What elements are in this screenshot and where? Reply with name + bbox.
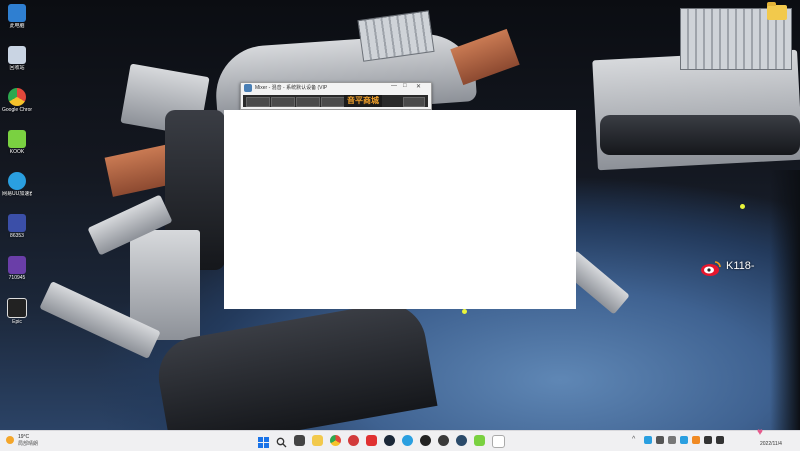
uu-accelerator-icon: [8, 172, 26, 190]
computer-icon: [8, 4, 26, 22]
weather-condition: 局部晴朗: [18, 441, 39, 447]
volume-icon[interactable]: [716, 436, 724, 444]
search-icon[interactable]: [276, 435, 287, 448]
app-icon[interactable]: [692, 436, 700, 444]
desktop-icon-86353[interactable]: 86353: [2, 214, 32, 254]
close-button[interactable]: ✕: [416, 83, 421, 90]
mixer-channel[interactable]: [246, 97, 270, 107]
weather-sun-icon: [6, 436, 14, 444]
mixer-channel[interactable]: [296, 97, 320, 107]
wallpaper-light: [740, 204, 745, 209]
document-icon[interactable]: [492, 435, 505, 448]
language-icon[interactable]: [704, 436, 712, 444]
qq-icon[interactable]: [420, 435, 431, 446]
app-icon[interactable]: [644, 436, 652, 444]
mixer-channel[interactable]: [321, 97, 345, 107]
mixer-logo: 音平商城: [344, 95, 382, 107]
windows-start-icon[interactable]: [258, 435, 269, 448]
task-view-icon[interactable]: [294, 435, 305, 446]
mixer-window[interactable]: Mixer - 混音 - 系统默认设备 (VIP — □ ✕ 音平商城: [240, 82, 432, 110]
app-icon[interactable]: [438, 435, 449, 446]
heart-icon: ♥: [757, 427, 763, 438]
kook-icon: [8, 130, 26, 148]
taskbar: 19°C 局部晴朗 ^ 2022/11/4: [0, 430, 800, 451]
desktop-icon-kook[interactable]: KOOK: [2, 130, 32, 170]
steam-icon[interactable]: [384, 435, 395, 446]
desktop-icon-recycle-bin[interactable]: 回收站: [2, 46, 32, 86]
taskbar-clock-date[interactable]: 2022/11/4: [760, 441, 782, 447]
file-explorer-icon[interactable]: [312, 435, 323, 446]
app-icon[interactable]: [402, 435, 413, 446]
epic-games-icon: [7, 298, 27, 318]
steam-icon[interactable]: [456, 435, 467, 446]
desktop-icon-chrome[interactable]: Google Chrome: [2, 88, 32, 128]
netease-music-icon[interactable]: [366, 435, 377, 446]
weibo-icon[interactable]: [700, 259, 722, 277]
wallpaper-thermal-cover: [450, 28, 520, 86]
wallpaper-light: [462, 309, 467, 314]
wallpaper-shadow: [770, 170, 800, 430]
app-icon[interactable]: [656, 436, 664, 444]
chrome-icon[interactable]: [330, 435, 341, 446]
app-icon[interactable]: [348, 435, 359, 446]
desktop-icon-uu-accelerator[interactable]: 网易UU加速器: [2, 172, 32, 212]
minimize-button[interactable]: —: [391, 83, 397, 89]
chevron-up-icon[interactable]: ^: [632, 436, 640, 444]
mixer-window-title: Mixer - 混音 - 系统默认设备 (VIP: [255, 85, 328, 91]
app-icon: [8, 256, 26, 274]
folder-icon[interactable]: [767, 2, 787, 20]
app-icon[interactable]: [668, 436, 676, 444]
desktop-icons: 此电脑 回收站 Google Chrome KOOK 网易UU加速器 86353…: [2, 2, 32, 338]
mixer-channel[interactable]: [271, 97, 295, 107]
desktop-icon-this-pc[interactable]: 此电脑: [2, 4, 32, 44]
chrome-icon: [8, 88, 26, 106]
kook-icon[interactable]: [474, 435, 485, 446]
app-icon[interactable]: [680, 436, 688, 444]
mixer-channel[interactable]: [403, 97, 425, 107]
maximize-button[interactable]: □: [403, 83, 407, 89]
mixer-app-icon: [244, 84, 252, 92]
wallpaper-arm: [600, 115, 800, 155]
desktop-icon-710945[interactable]: 710945: [2, 256, 32, 296]
app-icon: [8, 214, 26, 232]
mixer-toolbar: [243, 95, 428, 107]
blank-window[interactable]: [224, 110, 576, 309]
recycle-bin-icon: [8, 46, 26, 64]
weibo-label: K118-: [726, 260, 755, 272]
desktop-icon-epic[interactable]: Epic: [2, 298, 32, 338]
